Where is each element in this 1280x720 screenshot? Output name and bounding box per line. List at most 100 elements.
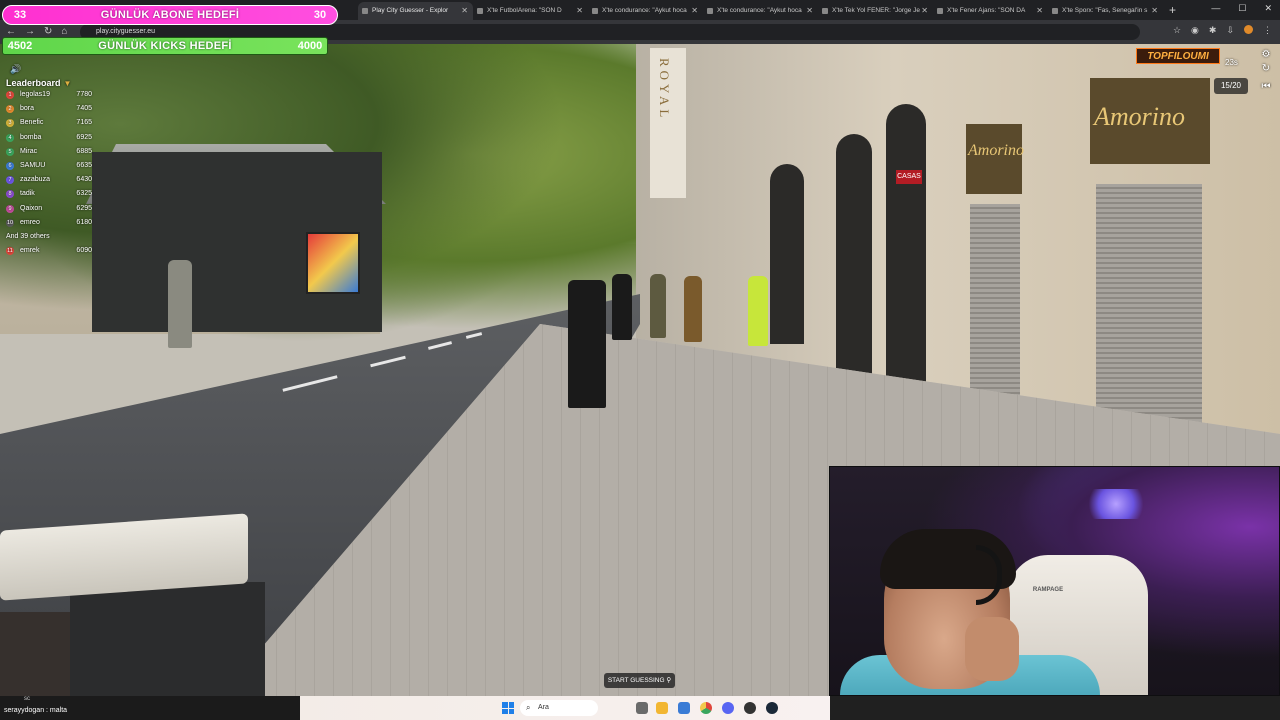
player-name: emreo bbox=[20, 218, 40, 226]
map-pin-icon: ⚲ bbox=[666, 677, 672, 684]
bookmark-star-icon[interactable]: ☆ bbox=[1173, 25, 1181, 36]
taskbar-search[interactable]: ⌕ Ara bbox=[520, 700, 598, 716]
task-view-icon[interactable] bbox=[636, 702, 648, 714]
leaderboard-row: 5 Mirac 6885 bbox=[6, 145, 92, 159]
tab-tek-yol-fener[interactable]: X'te Tek Yol FENER: "Jorge Je ✕ bbox=[818, 2, 933, 20]
refresh-icon[interactable]: ↻ bbox=[1258, 62, 1274, 76]
tab-title: X'te condurance: "Aykut hoca bbox=[717, 7, 802, 14]
tab-title: X'te Sporx: "Fas, Senegal'in s bbox=[1062, 7, 1148, 14]
kicks-goal-target: 4000 bbox=[297, 40, 323, 52]
back-icon[interactable]: ← bbox=[6, 26, 16, 37]
close-tab-icon[interactable]: ✕ bbox=[1151, 2, 1158, 20]
close-tab-icon[interactable]: ✕ bbox=[461, 2, 468, 20]
search-icon: ⌕ bbox=[526, 703, 531, 712]
player-name: Qaixon bbox=[20, 204, 43, 212]
minimize-icon[interactable]: — bbox=[1211, 3, 1220, 14]
x-icon bbox=[822, 8, 828, 14]
pedestrian bbox=[684, 276, 702, 342]
reload-icon[interactable]: ↻ bbox=[44, 26, 52, 37]
tab-cityguesser[interactable]: Play City Guesser - Explor ✕ bbox=[358, 2, 473, 20]
arch-1 bbox=[770, 164, 804, 344]
amorino-sign-large: Amorino bbox=[1090, 78, 1210, 164]
close-window-icon[interactable]: ✕ bbox=[1264, 3, 1272, 14]
discord-icon[interactable] bbox=[722, 702, 734, 714]
leaderboard-title: Leaderboard ▼ bbox=[6, 78, 72, 88]
leaderboard-row: 10 emreo 6180 bbox=[6, 216, 92, 230]
chair-logo: RAMPAGE bbox=[1032, 587, 1064, 593]
player-score: 6090 bbox=[76, 247, 92, 255]
player-score: 6295 bbox=[76, 204, 92, 212]
store-icon[interactable] bbox=[678, 702, 690, 714]
skip-back-icon[interactable]: ⏮ bbox=[1258, 80, 1274, 94]
menu-kebab-icon[interactable]: ⋮ bbox=[1263, 25, 1272, 36]
tab-condurance-1[interactable]: X'te condurance: "Aykut hoca ✕ bbox=[588, 2, 703, 20]
taskbar: sc serayydogan : malta ⌕ Ara bbox=[0, 696, 1280, 720]
kicks-goal-current: 4502 bbox=[7, 40, 33, 52]
pedestrian bbox=[168, 260, 192, 348]
close-tab-icon[interactable]: ✕ bbox=[1036, 2, 1043, 20]
rank-badge: 7 bbox=[6, 176, 14, 185]
tab-sporx[interactable]: X'te Sporx: "Fas, Senegal'in s ✕ bbox=[1048, 2, 1163, 20]
x-icon bbox=[707, 8, 713, 14]
url-text: play.cityguesser.eu bbox=[96, 28, 156, 35]
obs-icon[interactable] bbox=[744, 702, 756, 714]
arch-2 bbox=[836, 134, 872, 374]
player-score: 6180 bbox=[76, 218, 92, 226]
player-score: 7405 bbox=[76, 105, 92, 113]
leaderboard-row: 3 Benefic 7165 bbox=[6, 116, 92, 130]
new-tab-button[interactable]: + bbox=[1169, 3, 1176, 17]
streamer-hand bbox=[965, 617, 1019, 681]
home-icon[interactable]: ⌂ bbox=[61, 26, 67, 37]
kicks-goal-label: GÜNLÜK KICKS HEDEFİ bbox=[98, 40, 232, 52]
leaderboard-row: 8 tadik 6325 bbox=[6, 187, 92, 201]
extension-icon[interactable]: ◉ bbox=[1191, 25, 1199, 36]
chat-user-prefix: sc bbox=[24, 696, 30, 702]
extensions-puzzle-icon[interactable]: ✱ bbox=[1209, 25, 1217, 36]
close-tab-icon[interactable]: ✕ bbox=[691, 2, 698, 20]
player-score: 6925 bbox=[76, 133, 92, 141]
chrome-icon[interactable] bbox=[700, 702, 712, 714]
toolbar-icons: ☆ ◉ ✱ ⇩ ⋮ bbox=[1173, 25, 1272, 36]
volume-icon[interactable]: 🔊 bbox=[10, 64, 21, 75]
royal-sign: ROYAL bbox=[650, 48, 686, 198]
worker-hi-vis bbox=[748, 276, 768, 346]
settings-icon[interactable]: ⚙ bbox=[1258, 48, 1274, 62]
nav-buttons: ← → ↻ ⌂ bbox=[6, 26, 67, 37]
player-name: SAMUU bbox=[20, 161, 46, 169]
windows-start-icon[interactable] bbox=[502, 702, 514, 714]
maximize-icon[interactable]: ☐ bbox=[1238, 3, 1246, 14]
file-explorer-icon[interactable] bbox=[656, 702, 668, 714]
leaderboard-row: 4 bomba 6925 bbox=[6, 131, 92, 145]
close-tab-icon[interactable]: ✕ bbox=[921, 2, 928, 20]
screen: Play City Guesser - Explor ✕ X'te Futbol… bbox=[0, 0, 1280, 720]
leaderboard-row: 9 Qaixon 6295 bbox=[6, 202, 92, 216]
rank-badge: 1 bbox=[6, 91, 14, 99]
tab-futbolarena[interactable]: X'te FutbolArena: "SON D ✕ bbox=[473, 2, 588, 20]
chat-strip: sc serayydogan : malta bbox=[0, 696, 300, 720]
close-tab-icon[interactable]: ✕ bbox=[806, 2, 813, 20]
hexagon-lights bbox=[1080, 489, 1152, 519]
amorino-sign-small: Amorino bbox=[966, 124, 1024, 194]
profile-avatar[interactable] bbox=[1244, 25, 1253, 34]
leaderboard: Leaderboard ▼ 1 legolas19 7780 2 bora 7405 3 Be… bbox=[6, 78, 92, 258]
sub-goal-target: 30 bbox=[313, 9, 327, 21]
rank-badge: 10 bbox=[6, 218, 14, 227]
downloads-icon[interactable]: ⇩ bbox=[1226, 25, 1234, 36]
leaderboard-others[interactable]: And 39 others bbox=[6, 230, 92, 244]
pedestrian bbox=[568, 280, 606, 408]
forward-icon[interactable]: → bbox=[25, 26, 35, 37]
billboard bbox=[306, 232, 360, 294]
player-score: 7780 bbox=[76, 91, 92, 98]
leaderboard-row: 6 SAMUU 6635 bbox=[6, 159, 92, 173]
tab-fener-ajans[interactable]: X'te Fener Ajans: "SON DA ✕ bbox=[933, 2, 1048, 20]
leaderboard-row: 2 bora 7405 bbox=[6, 102, 92, 116]
x-icon bbox=[592, 8, 598, 14]
tab-condurance-2[interactable]: X'te condurance: "Aykut hoca ✕ bbox=[703, 2, 818, 20]
player-name: legolas19 bbox=[20, 91, 50, 98]
player-score: 6885 bbox=[76, 147, 92, 155]
close-tab-icon[interactable]: ✕ bbox=[576, 2, 583, 20]
steam-icon[interactable] bbox=[766, 702, 778, 714]
kicks-goal-bar: 4502 GÜNLÜK KICKS HEDEFİ 4000 bbox=[2, 37, 328, 55]
start-guessing-button[interactable]: START GUESSING ⚲ bbox=[604, 673, 675, 688]
player-name: bomba bbox=[20, 133, 42, 141]
